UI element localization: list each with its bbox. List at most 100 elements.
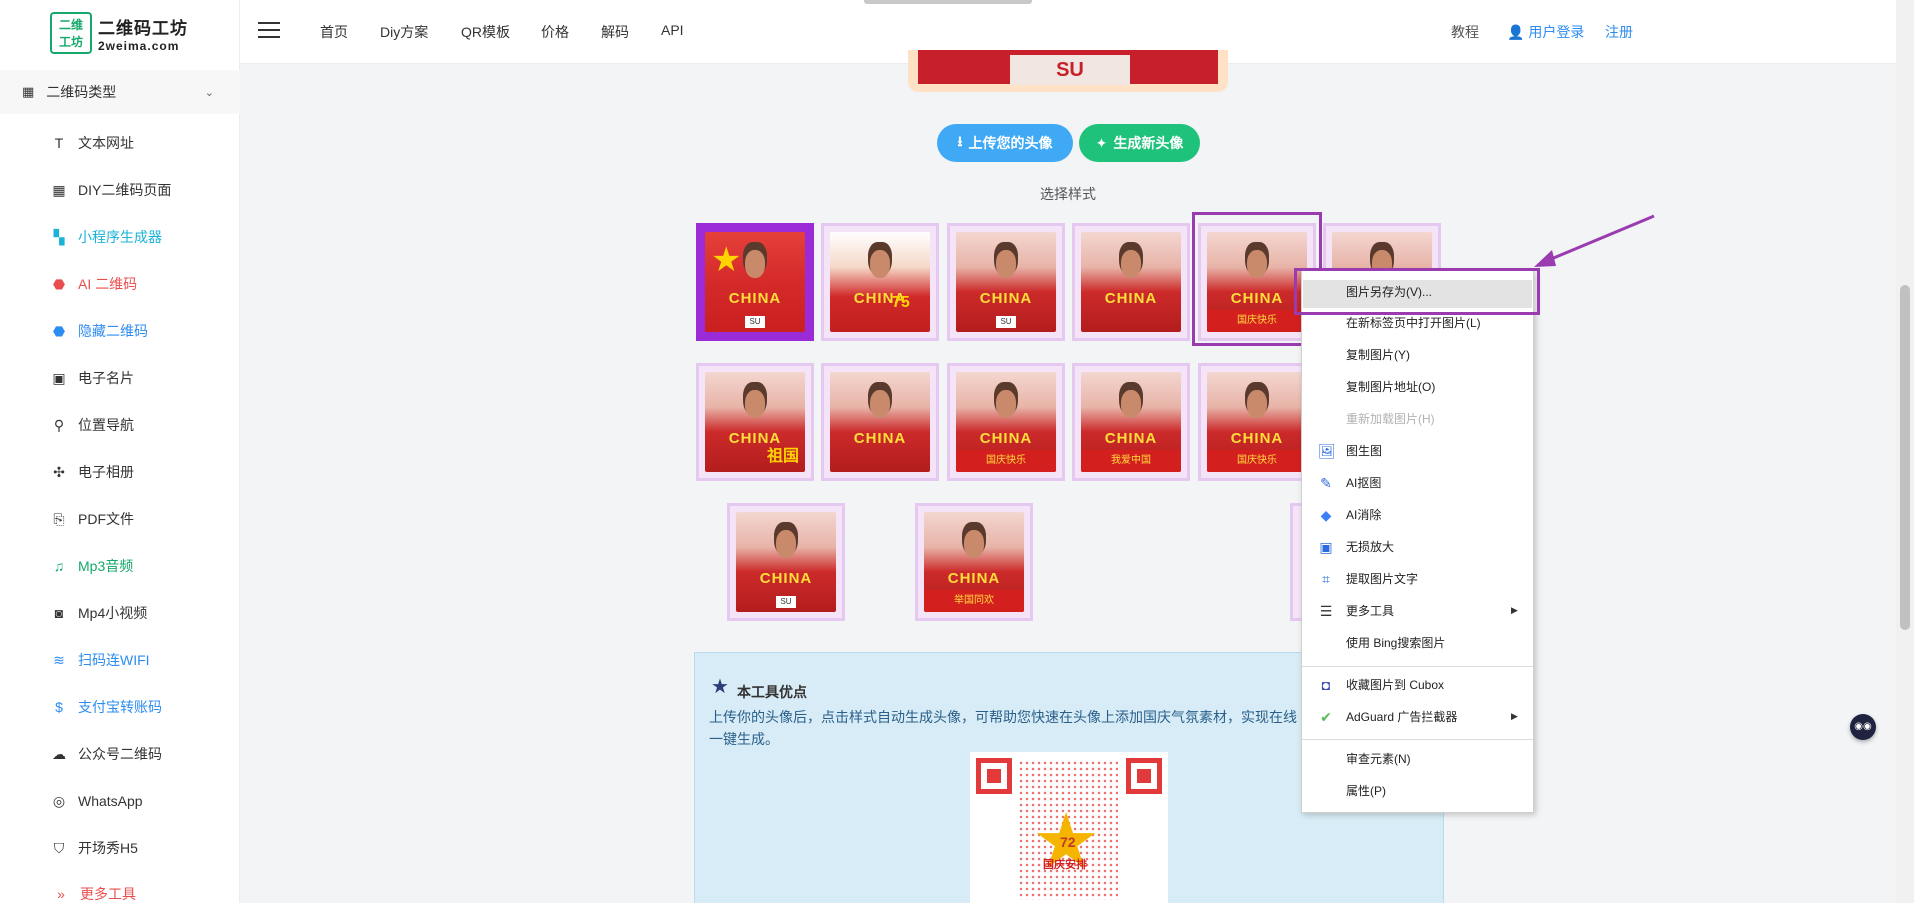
sidebar-item[interactable]: T 文本网址: [50, 128, 134, 158]
nav-diy[interactable]: Diy方案: [380, 22, 428, 42]
chevron-down-icon: ⌄: [204, 86, 214, 99]
style-thumbnail[interactable]: CHINA 祖国: [696, 363, 814, 481]
wechat-icon: ☁: [52, 745, 66, 762]
sidebar-item[interactable]: ▦ DIY二维码页面: [50, 175, 171, 205]
nav-home[interactable]: 首页: [320, 22, 348, 42]
sidebar-item[interactable]: ≋ 扫码连WIFI: [50, 645, 149, 675]
submenu-arrow-icon: ▶: [1511, 711, 1518, 721]
ai-badge-icon: ⬣: [52, 275, 66, 292]
generate-avatar-button[interactable]: ✦ 生成新头像: [1079, 124, 1200, 162]
sidebar-item[interactable]: ♫ Mp3音频: [50, 551, 133, 581]
style-thumbnail[interactable]: CHINA: [1072, 223, 1190, 341]
sidebar-item-label: AI 二维码: [78, 276, 138, 292]
style-thumbnail[interactable]: CHINA 国庆快乐: [947, 363, 1065, 481]
context-menu-item[interactable]: 在新标签页中打开图片(L): [1346, 313, 1481, 333]
sidebar-item[interactable]: ◙ Mp4小视频: [50, 598, 147, 628]
avatar-style-image: CHINA 国庆快乐: [1207, 372, 1307, 472]
layout-icon: ▦: [52, 181, 66, 198]
sidebar-item-label: Mp3音频: [78, 558, 134, 574]
nav-tutorial[interactable]: 教程: [1451, 22, 1479, 42]
sidebar-item[interactable]: ⎘ PDF文件: [50, 504, 134, 534]
nav-qr-templates[interactable]: QR模板: [461, 22, 510, 42]
sidebar-item[interactable]: ▚ 小程序生成器: [50, 222, 162, 252]
thumbnail-decoration: ★: [711, 241, 742, 279]
logo-domain: 2weima.com: [98, 38, 180, 53]
thumbnail-bib-text: SU: [776, 596, 796, 608]
text-scan-icon: ⌗: [1322, 571, 1330, 587]
sidebar-item[interactable]: ⛉ 开场秀H5: [50, 833, 138, 863]
avatar-style-image: CHINA: [830, 372, 930, 472]
context-menu-item[interactable]: 图生图: [1346, 441, 1382, 461]
context-menu-item[interactable]: 使用 Bing搜索图片: [1346, 633, 1445, 653]
style-section-label: 选择样式: [1040, 186, 1096, 202]
sidebar-item[interactable]: $ 支付宝转账码: [50, 692, 162, 722]
adguard-shield-icon: ✔: [1320, 709, 1332, 725]
login-label: 用户登录: [1528, 24, 1585, 40]
context-menu-item[interactable]: 更多工具: [1346, 601, 1394, 621]
avatar-style-image: CHINA SU: [956, 232, 1056, 332]
hamburger-menu-icon[interactable]: [258, 22, 280, 38]
thumbnail-jersey-text: CHINA: [728, 290, 782, 307]
sidebar-item[interactable]: ⚲ 位置导航: [50, 410, 134, 440]
sidebar-item-label: 电子相册: [78, 464, 134, 480]
context-menu-item[interactable]: 审查元素(N): [1346, 749, 1411, 769]
register-link[interactable]: 注册: [1605, 22, 1633, 42]
assistant-bubble-icon[interactable]: ◉◉: [1850, 714, 1876, 740]
thumbnail-ribbon-text: 国庆快乐: [956, 450, 1056, 472]
logo[interactable]: 二维 工坊 二维码工坊 2weima.com: [50, 12, 188, 54]
context-menu-item[interactable]: 提取图片文字: [1346, 569, 1418, 589]
cubox-icon: ◘: [1321, 677, 1331, 693]
context-menu-item[interactable]: AdGuard 广告拦截器: [1346, 707, 1457, 727]
context-menu-item[interactable]: 属性(P): [1346, 781, 1386, 801]
generate-button-label: 生成新头像: [1113, 135, 1184, 151]
annotation-arrow-icon: [1534, 214, 1655, 267]
magic-wand-icon: ✎: [1320, 475, 1332, 491]
style-thumbnail[interactable]: CHINA SU ★: [696, 223, 814, 341]
html5-icon: ⛉: [53, 839, 65, 856]
sidebar-item[interactable]: ▣ 电子名片: [50, 363, 134, 393]
avatar-style-image: CHINA 祖国: [705, 372, 805, 472]
context-menu-divider: [1302, 666, 1533, 667]
dollar-badge-icon: $: [55, 699, 63, 715]
nav-api[interactable]: API: [661, 22, 684, 38]
nav-decode[interactable]: 解码: [601, 22, 629, 42]
thumbnail-jersey-text: CHINA: [947, 570, 1001, 587]
context-menu-item[interactable]: 收藏图片到 Cubox: [1346, 675, 1444, 695]
context-menu-item[interactable]: 复制图片(Y): [1346, 345, 1410, 365]
scrollbar-thumb[interactable]: [1900, 285, 1910, 630]
upload-avatar-button[interactable]: ⭳ 上传您的头像: [937, 124, 1073, 162]
login-link[interactable]: 👤 用户登录: [1507, 22, 1584, 42]
sidebar-item[interactable]: ◎ WhatsApp: [50, 786, 143, 816]
thumbnail-jersey-text: CHINA: [1104, 290, 1158, 307]
avatar-preview-bib: SU: [1010, 55, 1130, 85]
context-menu-item[interactable]: AI消除: [1346, 505, 1381, 525]
style-thumbnail[interactable]: CHINA 国庆快乐: [1198, 363, 1316, 481]
logo-mark-icon: 二维 工坊: [50, 12, 92, 54]
annotation-highlight-save-as: [1294, 268, 1540, 315]
thumbnail-decoration: 祖国: [767, 448, 800, 465]
context-menu-item[interactable]: 无损放大: [1346, 537, 1394, 557]
context-menu-item[interactable]: 复制图片地址(O): [1346, 377, 1435, 397]
avatar-style-image: CHINA SU: [736, 512, 836, 612]
sidebar-item-label: 位置导航: [78, 417, 134, 433]
sidebar-item[interactable]: ⬣ 隐藏二维码: [50, 316, 148, 346]
style-thumbnail[interactable]: CHINA 举国同欢: [915, 503, 1033, 621]
sidebar-section-qr-types[interactable]: ▦ 二维码类型 ⌄: [0, 70, 240, 114]
sidebar-item[interactable]: ☁ 公众号二维码: [50, 739, 162, 769]
style-thumbnail[interactable]: CHINA 75: [821, 223, 939, 341]
nav-pricing[interactable]: 价格: [541, 22, 569, 42]
image-icon: 🖼: [1318, 443, 1336, 459]
style-thumbnail[interactable]: CHINA 我爱中国: [1072, 363, 1190, 481]
sidebar-item[interactable]: ⬣ AI 二维码: [50, 269, 137, 299]
sidebar-item[interactable]: » 更多工具: [52, 879, 136, 903]
sidebar-item[interactable]: ✣ 电子相册: [50, 457, 134, 487]
style-thumbnail[interactable]: CHINA SU: [727, 503, 845, 621]
style-thumbnail[interactable]: CHINA SU: [947, 223, 1065, 341]
sidebar-item-label: 公众号二维码: [78, 746, 162, 762]
upload-button-label: 上传您的头像: [968, 135, 1053, 151]
context-menu-item[interactable]: AI抠图: [1346, 473, 1381, 493]
miniapp-icon: ▚: [53, 228, 65, 245]
style-thumbnail[interactable]: CHINA: [821, 363, 939, 481]
context-menu: [1301, 270, 1534, 813]
avatar-style-image: CHINA 国庆快乐: [956, 372, 1056, 472]
